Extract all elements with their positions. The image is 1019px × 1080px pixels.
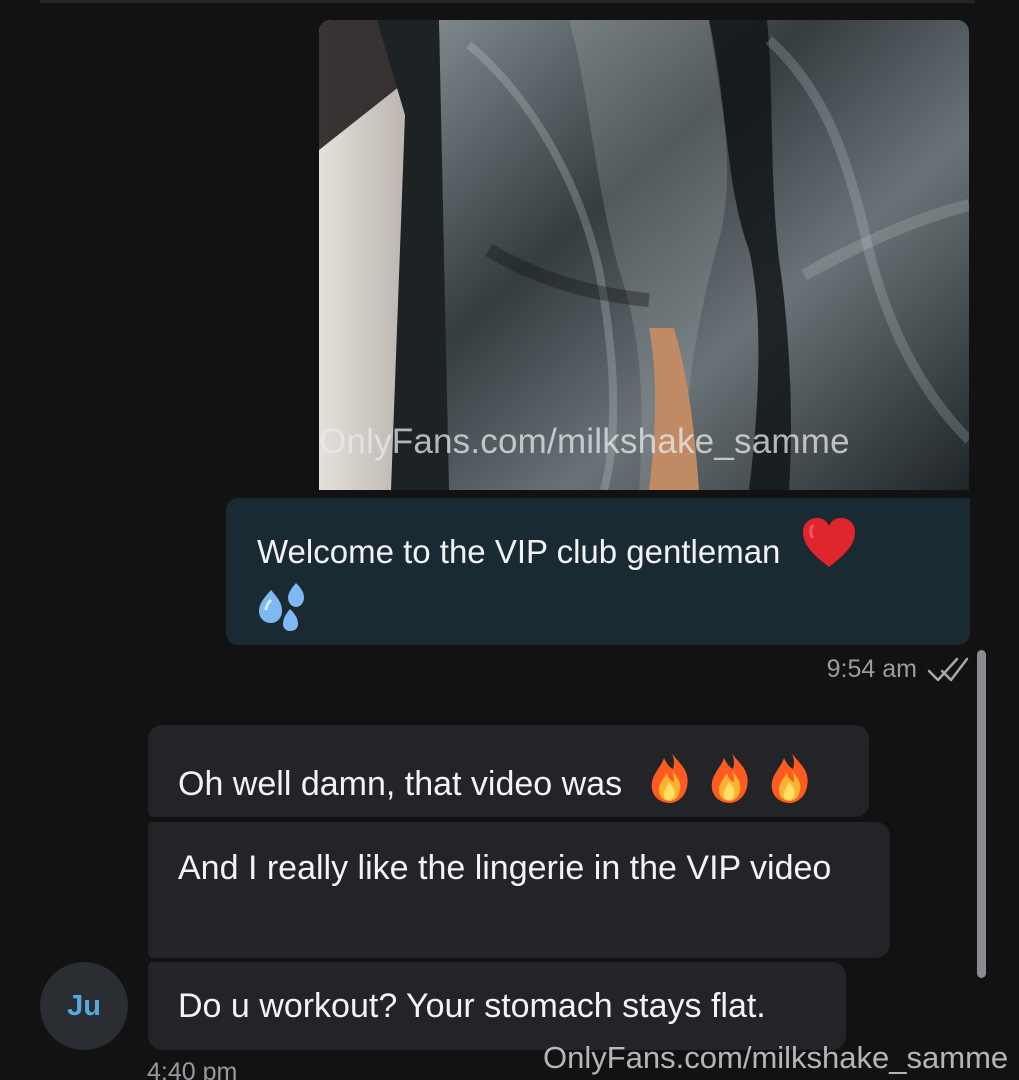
incoming-message-3-text: Do u workout? Your stomach stays flat. bbox=[178, 987, 766, 1025]
outgoing-message-text: Welcome to the VIP club gentleman bbox=[257, 533, 781, 570]
footer-watermark: OnlyFans.com/milkshake_samme bbox=[543, 1040, 1009, 1075]
outgoing-message-meta: 9:54 am bbox=[827, 652, 969, 687]
incoming-message-time: 4:40 pm bbox=[147, 1058, 238, 1080]
fire-emoji-group bbox=[644, 747, 816, 805]
media-watermark: OnlyFans.com/milkshake_samme bbox=[319, 422, 850, 461]
incoming-message-1[interactable]: Oh well damn, that video was bbox=[148, 725, 869, 817]
avatar[interactable]: Ju bbox=[40, 962, 128, 1050]
double-check-icon bbox=[927, 657, 969, 681]
fire-icon bbox=[771, 750, 808, 803]
incoming-message-2-text: And I really like the lingerie in the VI… bbox=[178, 849, 832, 887]
outgoing-message-time: 9:54 am bbox=[826, 655, 917, 683]
chat-screen: OnlyFans.com/milkshake_samme Welcome to … bbox=[0, 0, 1019, 1080]
incoming-message-2[interactable]: And I really like the lingerie in the VI… bbox=[148, 822, 890, 958]
fire-icon bbox=[651, 750, 688, 803]
scrollbar[interactable] bbox=[977, 650, 986, 978]
top-divider bbox=[40, 0, 975, 3]
fire-icon bbox=[711, 750, 748, 803]
outgoing-message-bubble[interactable]: Welcome to the VIP club gentleman bbox=[226, 498, 970, 645]
media-message[interactable]: OnlyFans.com/milkshake_samme bbox=[319, 20, 969, 490]
sweat-droplets-icon bbox=[259, 583, 304, 631]
incoming-message-1-text: Oh well damn, that video was bbox=[178, 765, 623, 803]
heart-icon bbox=[802, 518, 855, 567]
